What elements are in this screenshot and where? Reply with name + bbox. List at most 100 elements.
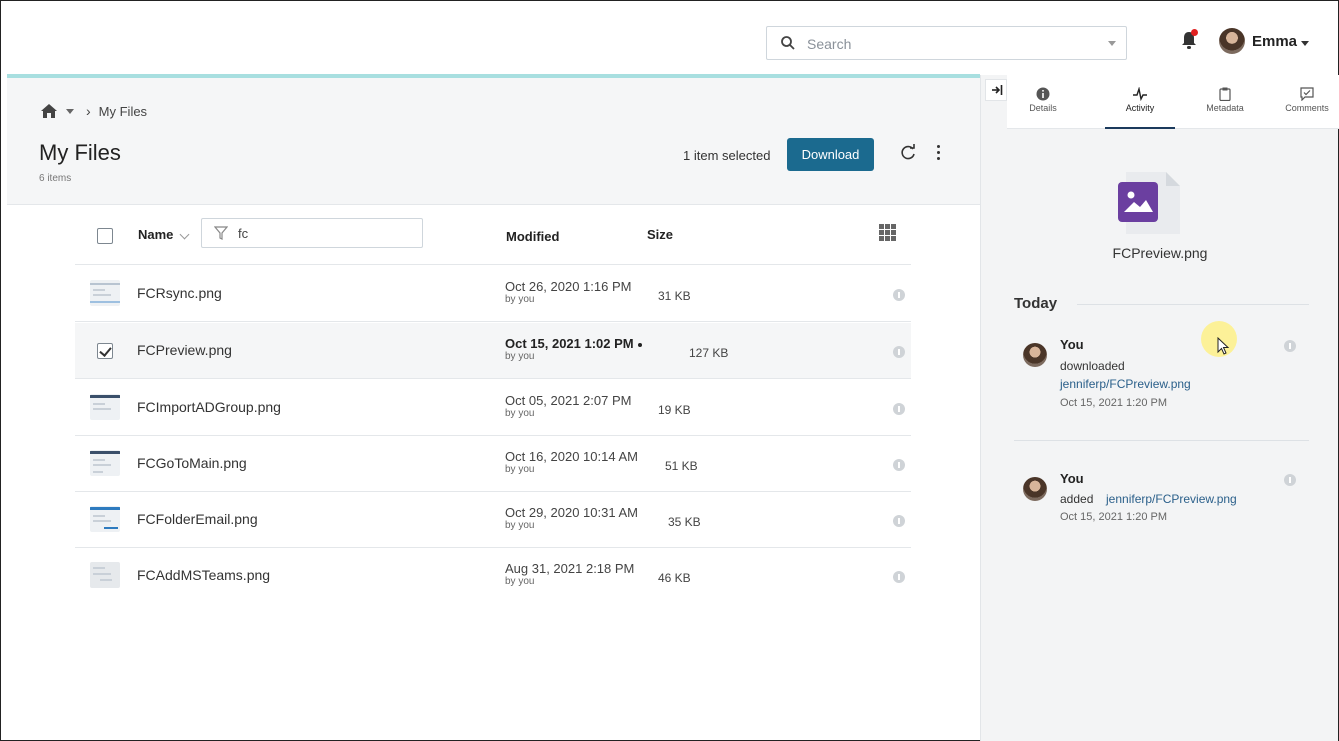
info-icon[interactable] — [893, 571, 905, 583]
activity-divider — [1014, 440, 1309, 441]
activity-item: You added jenniferp/FCPreview.png Oct 15… — [1014, 471, 1314, 531]
info-icon[interactable] — [893, 515, 905, 527]
file-thumbnail — [90, 506, 120, 532]
home-icon[interactable] — [40, 103, 58, 119]
activity-section-title: Today — [1014, 295, 1058, 312]
size-column-header[interactable]: Size — [647, 227, 673, 242]
refresh-icon[interactable] — [899, 144, 917, 162]
tab-activity[interactable]: Activity — [1105, 75, 1175, 129]
row-checkbox[interactable] — [97, 343, 113, 359]
file-row[interactable]: FCAddMSTeams.png Aug 31, 2021 2:18 PM by… — [75, 548, 911, 604]
file-modified: Oct 16, 2020 10:14 AM — [505, 449, 638, 464]
select-all-checkbox[interactable] — [97, 228, 113, 244]
file-thumbnail — [90, 450, 120, 476]
filter-value: fc — [238, 226, 249, 241]
file-thumbnail — [90, 562, 120, 588]
search-box[interactable]: Search — [766, 26, 1127, 60]
avatar — [1023, 343, 1047, 367]
sort-chevron-icon[interactable] — [179, 229, 190, 240]
image-file-icon — [1118, 172, 1180, 234]
file-row[interactable]: FCImportADGroup.png Oct 05, 2021 2:07 PM… — [75, 380, 911, 436]
file-modified-by: by you — [505, 576, 535, 587]
file-size: 35 KB — [668, 515, 701, 529]
activity-target-link[interactable]: jenniferp/FCPreview.png — [1106, 492, 1237, 506]
info-icon[interactable] — [893, 346, 905, 358]
search-dropdown-icon[interactable] — [1108, 41, 1116, 46]
activity-date: Oct 15, 2021 1:20 PM — [1060, 511, 1168, 523]
file-row-selected[interactable]: FCPreview.png Oct 15, 2021 1:02 PM by yo… — [75, 323, 911, 379]
file-row[interactable]: FCFolderEmail.png Oct 29, 2020 10:31 AM … — [75, 492, 911, 548]
section-divider — [1077, 304, 1309, 305]
tab-label: Details — [1029, 103, 1057, 113]
file-modified: Aug 31, 2021 2:18 PM — [505, 561, 635, 576]
info-icon[interactable] — [893, 403, 905, 415]
collapse-arrow-icon — [992, 85, 1003, 95]
file-modified-by: by you — [505, 520, 535, 531]
search-input[interactable]: Search — [807, 36, 851, 52]
activity-user: You — [1060, 337, 1084, 352]
filter-input[interactable]: fc — [201, 218, 423, 248]
file-name[interactable]: FCPreview.png — [137, 342, 232, 358]
name-column-header[interactable]: Name — [138, 227, 173, 242]
file-modified: Oct 15, 2021 1:02 PM — [505, 337, 642, 350]
mouse-cursor-icon — [1217, 337, 1230, 355]
file-modified-by: by you — [505, 351, 535, 362]
activity-action: added — [1060, 492, 1094, 506]
tab-details[interactable]: Details — [1021, 75, 1065, 129]
file-name[interactable]: FCAddMSTeams.png — [137, 567, 270, 583]
file-modified-by: by you — [505, 408, 535, 419]
main-header: › My Files My Files 6 items 1 item selec… — [7, 78, 980, 205]
grid-view-icon[interactable] — [879, 224, 896, 241]
modified-dot-icon — [637, 342, 642, 347]
file-size: 19 KB — [658, 403, 691, 417]
more-options-icon[interactable] — [935, 145, 941, 163]
selection-status: 1 item selected — [683, 148, 771, 163]
file-row[interactable]: FCGoToMain.png Oct 16, 2020 10:14 AM by … — [75, 436, 911, 492]
page-title: My Files — [39, 140, 121, 165]
details-panel: Details Activity Metadata Comments FCPre… — [980, 75, 1339, 741]
activity-target-link[interactable]: jenniferp/FCPreview.png — [1060, 377, 1191, 391]
info-icon[interactable] — [1284, 340, 1296, 352]
file-size: 51 KB — [665, 459, 698, 473]
info-icon[interactable] — [893, 289, 905, 301]
collapse-panel-button[interactable] — [985, 79, 1007, 101]
info-icon[interactable] — [893, 459, 905, 471]
file-row[interactable]: FCRsync.png Oct 26, 2020 1:16 PM by you … — [75, 266, 911, 322]
user-name[interactable]: Emma — [1252, 33, 1297, 50]
file-modified-text: Oct 15, 2021 1:02 PM — [505, 336, 634, 351]
info-icon[interactable] — [1284, 474, 1296, 486]
breadcrumb: › My Files — [40, 103, 147, 119]
tab-label: Comments — [1285, 103, 1329, 113]
tab-label: Activity — [1125, 103, 1155, 113]
selected-file-name: FCPreview.png — [1112, 245, 1208, 261]
user-avatar[interactable] — [1219, 28, 1245, 54]
item-count: 6 items — [39, 173, 72, 184]
notification-bell-icon[interactable] — [1179, 29, 1199, 51]
file-modified-by: by you — [505, 464, 535, 475]
comment-check-icon — [1300, 87, 1314, 101]
clipboard-icon — [1219, 87, 1231, 101]
file-name[interactable]: FCGoToMain.png — [137, 455, 247, 471]
file-modified-by: by you — [505, 294, 535, 305]
breadcrumb-current[interactable]: My Files — [99, 104, 147, 119]
modified-column-header[interactable]: Modified — [506, 229, 559, 244]
info-circle-icon — [1036, 87, 1050, 101]
file-name[interactable]: FCRsync.png — [137, 285, 222, 301]
download-button[interactable]: Download — [787, 138, 874, 171]
tab-comments[interactable]: Comments — [1279, 75, 1335, 129]
file-size: 127 KB — [689, 346, 729, 360]
breadcrumb-separator-icon: › — [86, 103, 91, 119]
user-menu-caret-icon[interactable] — [1301, 41, 1309, 46]
file-name[interactable]: FCFolderEmail.png — [137, 511, 258, 527]
top-bar: Search Emma — [1, 1, 1338, 75]
file-size: 46 KB — [658, 571, 691, 585]
file-size: 31 KB — [658, 289, 691, 303]
file-thumbnail — [90, 280, 120, 306]
file-name[interactable]: FCImportADGroup.png — [137, 399, 281, 415]
file-list-header: Name fc Modified Size — [75, 206, 911, 265]
file-modified: Oct 29, 2020 10:31 AM — [505, 505, 638, 520]
activity-action: downloaded — [1060, 359, 1125, 373]
filter-icon — [214, 226, 228, 240]
home-dropdown-icon[interactable] — [66, 108, 74, 114]
tab-metadata[interactable]: Metadata — [1200, 75, 1250, 129]
